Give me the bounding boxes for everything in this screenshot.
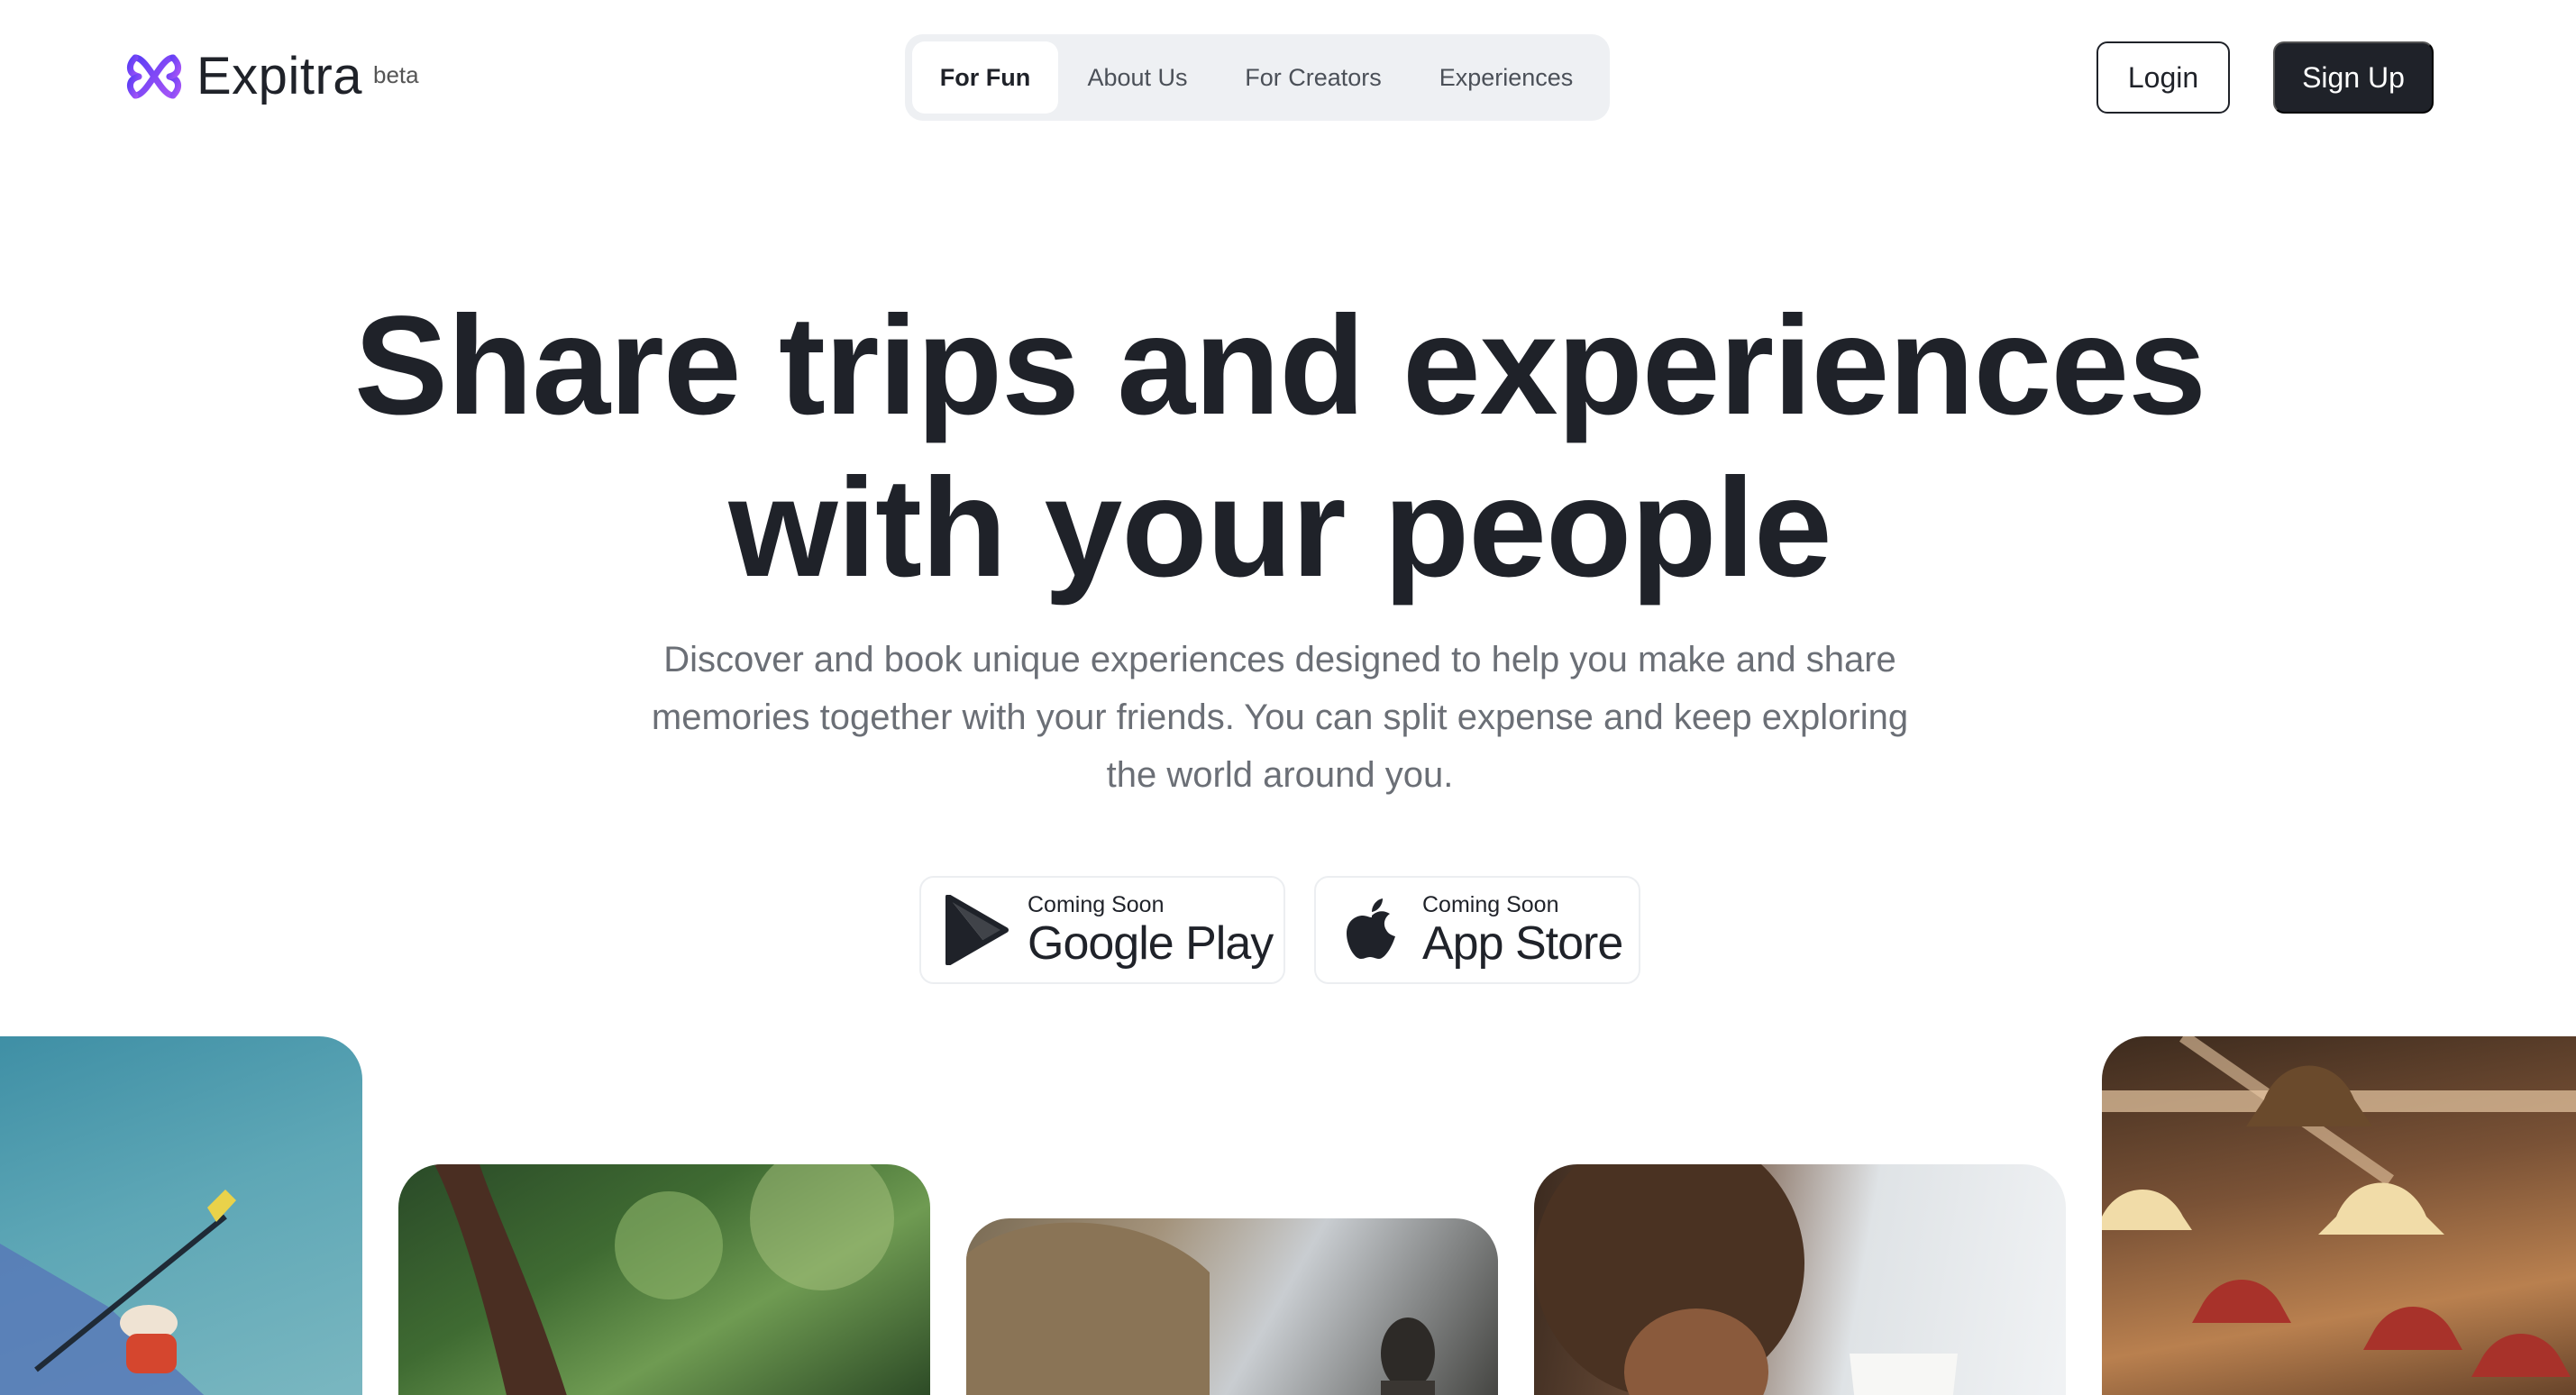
apple-icon (1338, 894, 1406, 966)
photo-child[interactable] (1534, 1164, 2066, 1395)
brand-name: Expitra (196, 47, 363, 105)
photo-lamps[interactable] (2102, 1036, 2576, 1395)
login-button[interactable]: Login (2096, 41, 2230, 114)
hero-title: Share trips and experiences with your pe… (270, 285, 2289, 609)
expitra-logo-icon (127, 54, 181, 99)
beta-tag: beta (373, 61, 419, 88)
brand-logo-link[interactable]: Expitra beta (124, 47, 419, 106)
hero-title-line-2: with your people (728, 450, 1832, 606)
app-store-label: App Store (1422, 917, 1623, 970)
hero-title-line-1: Share trips and experiences (354, 287, 2206, 444)
nav-item-experiences[interactable]: Experiences (1410, 41, 1603, 114)
app-store-coming-soon: Coming Soon (1422, 892, 1559, 917)
hero-subtitle: Discover and book unique experiences des… (651, 640, 1909, 795)
page: Expitra beta For Fun About Us For Creato… (0, 0, 2576, 1395)
nav-item-for-creators[interactable]: For Creators (1217, 41, 1410, 114)
photo-trees[interactable] (398, 1164, 930, 1395)
google-play-label: Google Play (1028, 917, 1274, 970)
signup-button[interactable]: Sign Up (2273, 41, 2434, 114)
google-play-coming-soon: Coming Soon (1028, 892, 1165, 917)
nav-item-about-us[interactable]: About Us (1058, 41, 1217, 114)
google-play-icon (943, 894, 1011, 966)
google-play-badge[interactable]: Coming Soon Google Play (919, 876, 1285, 984)
photo-hut[interactable] (966, 1218, 1498, 1395)
app-store-badge[interactable]: Coming Soon App Store (1314, 876, 1640, 984)
main-nav: For Fun About Us For Creators Experience… (905, 34, 1610, 121)
nav-item-for-fun[interactable]: For Fun (912, 41, 1058, 114)
photo-kayaker[interactable] (0, 1036, 362, 1395)
